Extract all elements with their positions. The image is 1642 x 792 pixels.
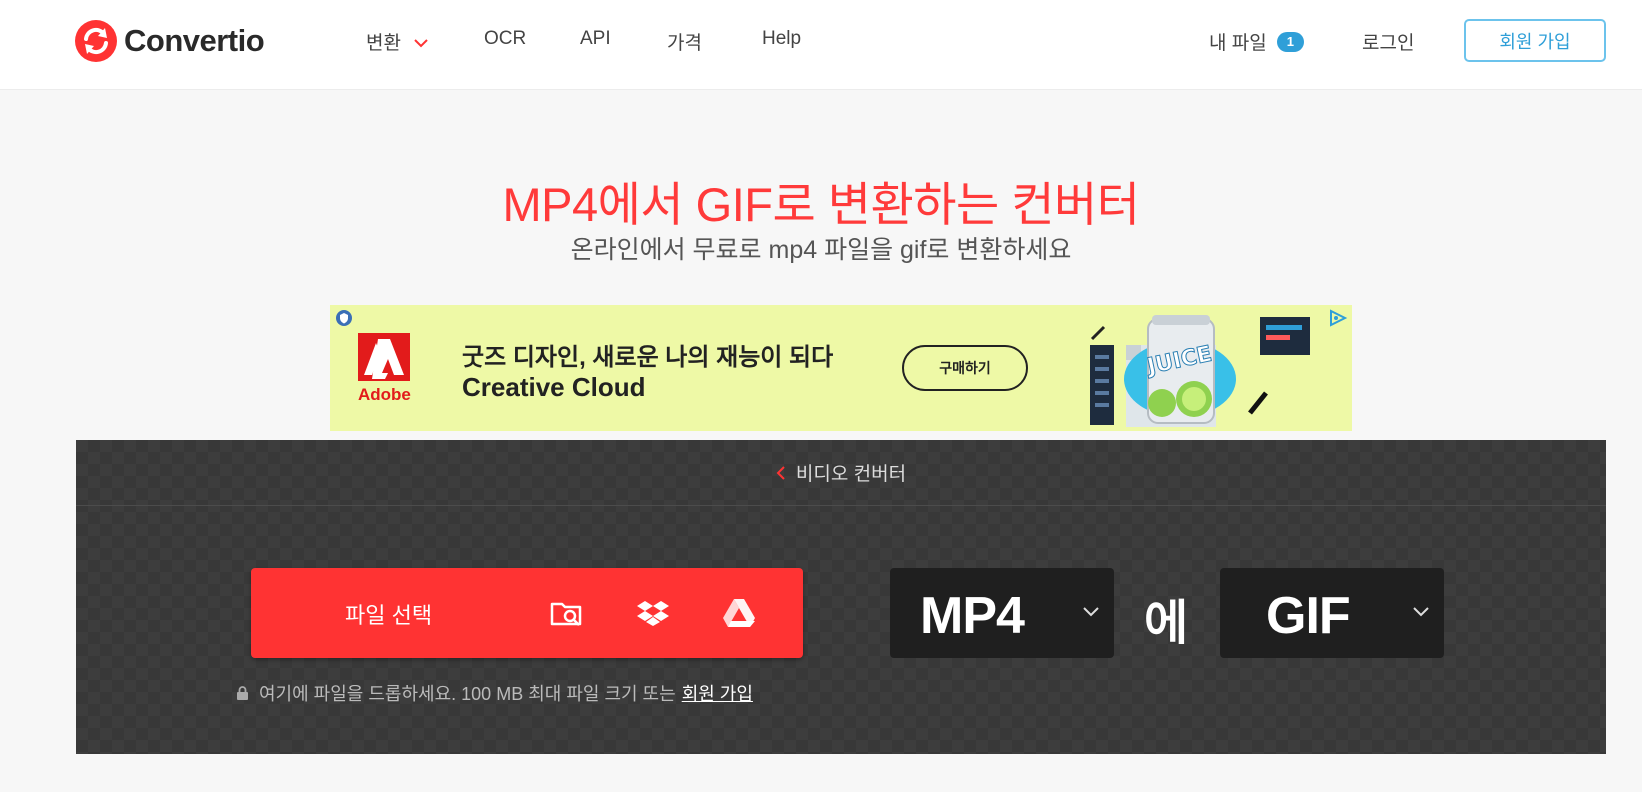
nav-ocr[interactable]: OCR bbox=[484, 28, 526, 50]
folder-search-icon[interactable] bbox=[549, 595, 585, 631]
my-files-label: 내 파일 bbox=[1209, 33, 1267, 54]
drop-hint: 여기에 파일을 드롭하세요. 100 MB 최대 파일 크기 또는 회원 가입 bbox=[236, 680, 753, 706]
from-format-label: MP4 bbox=[920, 587, 1025, 645]
choose-files-label: 파일 선택 bbox=[345, 603, 433, 628]
to-format-label: GIF bbox=[1266, 587, 1351, 645]
signup-button[interactable]: 회원 가입 bbox=[1464, 19, 1606, 62]
chevron-down-icon bbox=[1413, 607, 1429, 617]
ad-buy-button[interactable]: 구매하기 bbox=[902, 345, 1028, 391]
convertio-logo-icon bbox=[75, 20, 117, 62]
from-format-select[interactable]: MP4 bbox=[890, 568, 1114, 658]
nav-pricing[interactable]: 가격 bbox=[667, 28, 702, 55]
drop-hint-signup-link[interactable]: 회원 가입 bbox=[682, 680, 753, 706]
google-drive-icon[interactable] bbox=[721, 595, 757, 631]
choose-files-button[interactable]: 파일 선택 bbox=[251, 568, 803, 658]
nav-help[interactable]: Help bbox=[762, 28, 801, 50]
nav-api[interactable]: API bbox=[580, 28, 611, 50]
ad-brand-label: Adobe bbox=[358, 385, 411, 404]
adobe-logo-icon bbox=[358, 333, 410, 381]
chevron-down-icon bbox=[1083, 607, 1099, 617]
site-logo[interactable]: Convertio bbox=[74, 18, 265, 64]
drop-hint-text: 여기에 파일을 드롭하세요. 100 MB 최대 파일 크기 또는 bbox=[259, 684, 676, 704]
page-subtitle: 온라인에서 무료로 mp4 파일을 gif로 변환하세요 bbox=[570, 236, 1072, 264]
nav-convert-label: 변환 bbox=[366, 33, 401, 54]
chevron-left-icon[interactable] bbox=[776, 465, 786, 481]
ad-choices-icon[interactable] bbox=[1328, 309, 1348, 327]
top-header: Convertio 변환 OCR API 가격 Help 내 파일 1 로그인 … bbox=[0, 0, 1642, 90]
ad-product-name: Creative Cloud bbox=[462, 372, 646, 402]
back-to-video-converter-link[interactable]: 비디오 컨버터 bbox=[796, 459, 906, 486]
login-link[interactable]: 로그인 bbox=[1362, 28, 1414, 55]
to-format-select[interactable]: GIF bbox=[1220, 568, 1444, 658]
ad-banner[interactable]: Adobe 굿즈 디자인, 새로운 나의 재능이 되다 Creative Clo… bbox=[330, 305, 1352, 431]
chevron-down-icon bbox=[414, 39, 428, 48]
my-files-count-badge: 1 bbox=[1276, 31, 1304, 52]
lock-icon bbox=[237, 685, 248, 700]
converter-panel: 비디오 컨버터 파일 선택 여기에 파일을 드롭하세요. 100 MB 최대 파… bbox=[76, 440, 1606, 754]
nav-convert[interactable]: 변환 bbox=[366, 28, 428, 55]
page-title: MP4에서 GIF로 변환하는 컨버터 bbox=[502, 178, 1140, 231]
ad-juice-illustration: JUICE bbox=[1090, 315, 1310, 427]
ad-privacy-icon[interactable] bbox=[335, 309, 353, 327]
ad-headline: 굿즈 디자인, 새로운 나의 재능이 되다 bbox=[462, 344, 834, 371]
my-files-link[interactable]: 내 파일 1 bbox=[1209, 28, 1304, 55]
to-separator: 에 bbox=[1144, 597, 1189, 650]
logo-text: Convertio bbox=[124, 23, 265, 58]
dropbox-icon[interactable] bbox=[635, 595, 671, 631]
converter-breadcrumb: 비디오 컨버터 bbox=[76, 440, 1606, 506]
